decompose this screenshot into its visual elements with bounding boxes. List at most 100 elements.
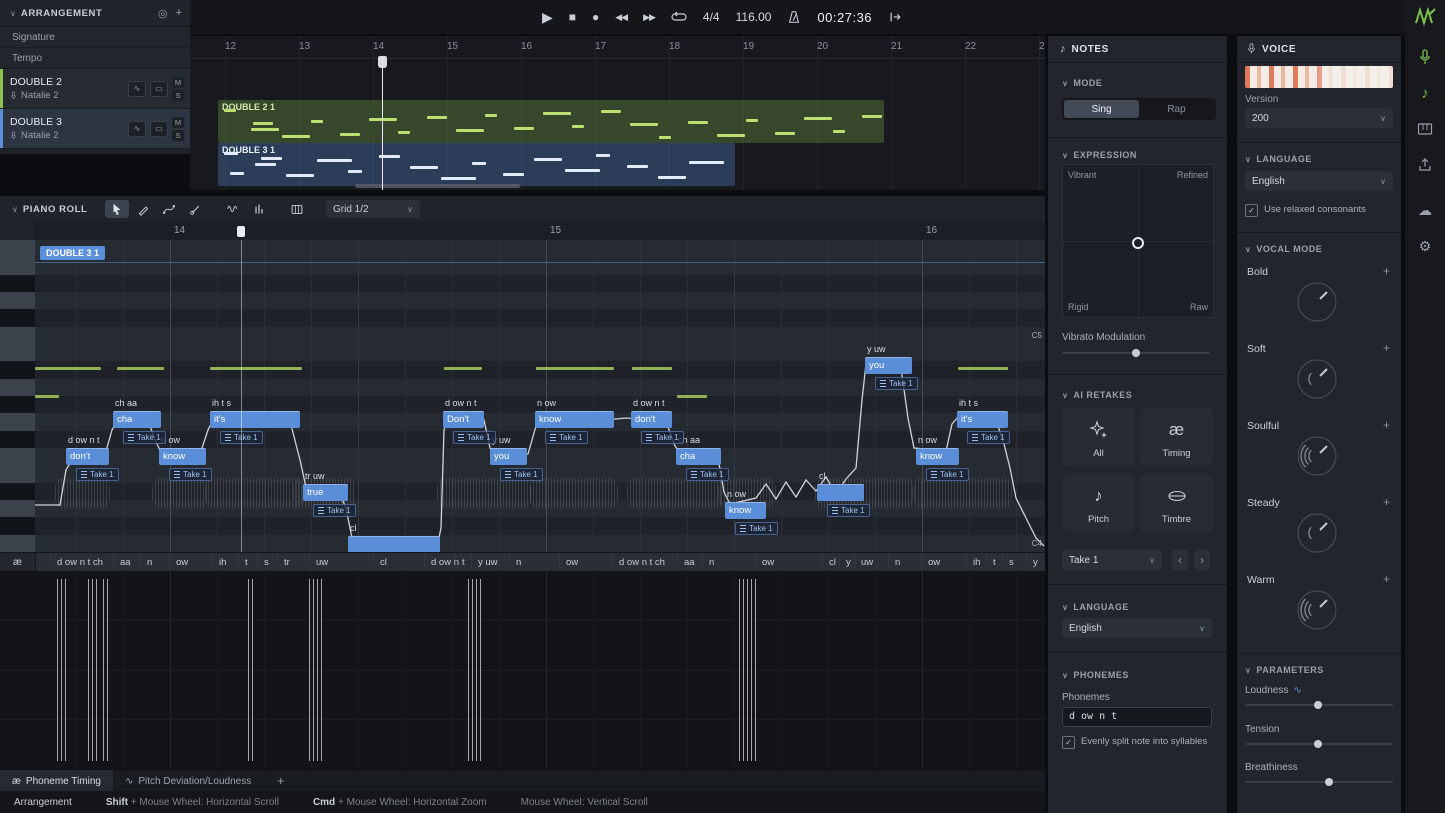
parameters-section-header[interactable]: ∨PARAMETERS	[1245, 665, 1324, 675]
version-dropdown[interactable]: 200 ∨	[1245, 108, 1393, 128]
piano-note[interactable]: true	[303, 484, 348, 501]
phoneme-token[interactable]: tr	[284, 557, 290, 568]
phoneme-strip[interactable]: æ d ow n t chaanowihtstruwcld ow nty uwn…	[0, 552, 1045, 572]
add-vocal-mode-button[interactable]: +	[1383, 572, 1390, 586]
phoneme-token[interactable]: n	[516, 557, 521, 568]
grid-size-dropdown[interactable]: Grid 1/2 ∨	[326, 200, 420, 218]
add-track-icon[interactable]: +	[176, 7, 182, 19]
ai-retakes-section-header[interactable]: ∨AI RETAKES	[1062, 390, 1132, 400]
next-take-button[interactable]: ›	[1194, 550, 1210, 570]
checkbox-checked-icon[interactable]: ✓	[1245, 204, 1258, 217]
previous-take-button[interactable]: ‹	[1172, 550, 1188, 570]
piano-note[interactable]: you	[490, 448, 527, 465]
voice-language-dropdown[interactable]: English ∨	[1245, 171, 1393, 191]
track-editor-button[interactable]: ▭	[150, 81, 168, 97]
time-signature[interactable]: 4/4	[703, 10, 720, 24]
piano-note[interactable]: it's	[957, 411, 1008, 428]
collapse-chevron-icon[interactable]: ∨	[12, 205, 18, 214]
vocal-mode-knob-soft[interactable]	[1293, 355, 1341, 408]
relaxed-consonants-checkbox-row[interactable]: ✓ Use relaxed consonants	[1245, 204, 1393, 217]
rewind-button[interactable]: ◀◀	[615, 13, 627, 22]
track-row-double2[interactable]: DOUBLE 2 Natalie 2 ∿ ▭ M S	[0, 69, 190, 109]
phonemes-input[interactable]: d ow n t	[1062, 707, 1212, 727]
curve-tool-button[interactable]	[157, 200, 181, 218]
take-chip[interactable]: Take 1	[967, 431, 1010, 444]
piano-roll[interactable]: DOUBLE 3 1 ch aachaTake 1ih t sit'sTake …	[0, 240, 1045, 552]
tab-pitch-deviation[interactable]: ∿ Pitch Deviation/Loudness	[113, 770, 263, 792]
play-button[interactable]: ▶	[542, 10, 553, 24]
note-language-dropdown[interactable]: English ∨	[1062, 618, 1212, 638]
loop-icon[interactable]	[671, 10, 687, 24]
add-vocal-mode-button[interactable]: +	[1383, 264, 1390, 278]
vocal-mode-knob-soulful[interactable]	[1293, 432, 1341, 485]
arrangement-settings-icon[interactable]: ◎	[158, 7, 168, 20]
keyboard-icon[interactable]	[1405, 121, 1445, 137]
piano-note[interactable]: don't	[66, 448, 109, 465]
expression-section-header[interactable]: ∨EXPRESSION	[1062, 150, 1137, 160]
add-tab-button[interactable]: +	[277, 774, 284, 788]
take-chip[interactable]: Take 1	[686, 468, 729, 481]
piano-roll-ruler[interactable]: 141516	[0, 222, 1045, 241]
solo-button[interactable]: S	[172, 130, 184, 141]
phoneme-token[interactable]: n	[895, 557, 900, 568]
take-chip[interactable]: Take 1	[641, 431, 684, 444]
metronome-icon[interactable]	[787, 10, 801, 24]
export-icon[interactable]	[1405, 157, 1445, 173]
pitch-deviation-panel[interactable]	[0, 571, 1045, 769]
mode-rap-button[interactable]: Rap	[1139, 100, 1214, 118]
mute-button[interactable]: M	[172, 77, 184, 88]
tempo-value[interactable]: 116.00	[736, 10, 772, 24]
phoneme-token[interactable]: t	[993, 557, 996, 568]
track-pitch-mode-button[interactable]: ∿	[128, 81, 146, 97]
piano-note[interactable]	[348, 536, 440, 552]
phoneme-token[interactable]: y uw	[478, 557, 498, 568]
velocity-bars-tool-button[interactable]	[247, 200, 271, 218]
record-button[interactable]: ●	[592, 11, 599, 23]
phoneme-token[interactable]: aa	[120, 557, 131, 568]
timeline-ruler[interactable]: 121314151617181920212223	[190, 36, 1045, 59]
vibrato-modulation-slider[interactable]	[1062, 349, 1210, 357]
arrangement-timeline[interactable]: 121314151617181920212223 DOUBLE 2 1 DOUB…	[190, 36, 1045, 190]
retake-all-button[interactable]: All	[1062, 408, 1135, 466]
mic-icon[interactable]	[1405, 49, 1445, 65]
tab-phoneme-timing[interactable]: æ Phoneme Timing	[0, 770, 113, 792]
phoneme-token[interactable]: t	[462, 557, 465, 568]
piano-note[interactable]: know	[535, 411, 614, 428]
take-chip[interactable]: Take 1	[827, 504, 870, 517]
phoneme-token[interactable]: ih	[219, 557, 226, 568]
phoneme-token[interactable]: ow	[762, 557, 774, 568]
add-vocal-mode-button[interactable]: +	[1383, 495, 1390, 509]
retake-timbre-button[interactable]: Timbre	[1140, 474, 1213, 532]
add-vocal-mode-button[interactable]: +	[1383, 418, 1390, 432]
vocal-mode-knob-bold[interactable]	[1293, 278, 1341, 331]
clip-double3-1[interactable]: DOUBLE 3 1	[218, 143, 735, 186]
take-chip[interactable]: Take 1	[500, 468, 543, 481]
draw-tool-button[interactable]	[131, 200, 155, 218]
phoneme-token[interactable]: uw	[316, 557, 328, 568]
solo-button[interactable]: S	[172, 90, 184, 101]
phoneme-token[interactable]: uw	[861, 557, 873, 568]
phoneme-token[interactable]: t	[245, 557, 248, 568]
piano-note[interactable]: know	[916, 448, 959, 465]
expression-handle[interactable]	[1132, 237, 1144, 249]
clip-double2-1[interactable]: DOUBLE 2 1	[218, 100, 884, 143]
piano-note[interactable]: you	[865, 357, 912, 374]
loudness-slider[interactable]	[1245, 701, 1393, 709]
phoneme-token[interactable]: n	[709, 557, 714, 568]
track-row-double3[interactable]: DOUBLE 3 Natalie 2 ∿ ▭ M S	[0, 109, 190, 149]
phoneme-token[interactable]: s	[1009, 557, 1014, 568]
breathiness-slider[interactable]	[1245, 778, 1393, 786]
take-chip[interactable]: Take 1	[123, 431, 166, 444]
piano-note[interactable]: don't	[631, 411, 672, 428]
voice-avatar[interactable]	[1245, 66, 1393, 88]
pitch-wave-tool-button[interactable]	[221, 200, 245, 218]
tempo-lane[interactable]: Tempo	[0, 48, 190, 69]
playhead-marker[interactable]	[237, 226, 245, 237]
phoneme-token[interactable]: s	[264, 557, 269, 568]
piano-note[interactable]: know	[159, 448, 206, 465]
piano-note[interactable]: cha	[676, 448, 721, 465]
take-chip[interactable]: Take 1	[313, 504, 356, 517]
phoneme-token[interactable]: cl	[829, 557, 836, 568]
goto-end-icon[interactable]	[888, 10, 903, 24]
phoneme-token[interactable]: d ow n t ch	[619, 557, 665, 568]
